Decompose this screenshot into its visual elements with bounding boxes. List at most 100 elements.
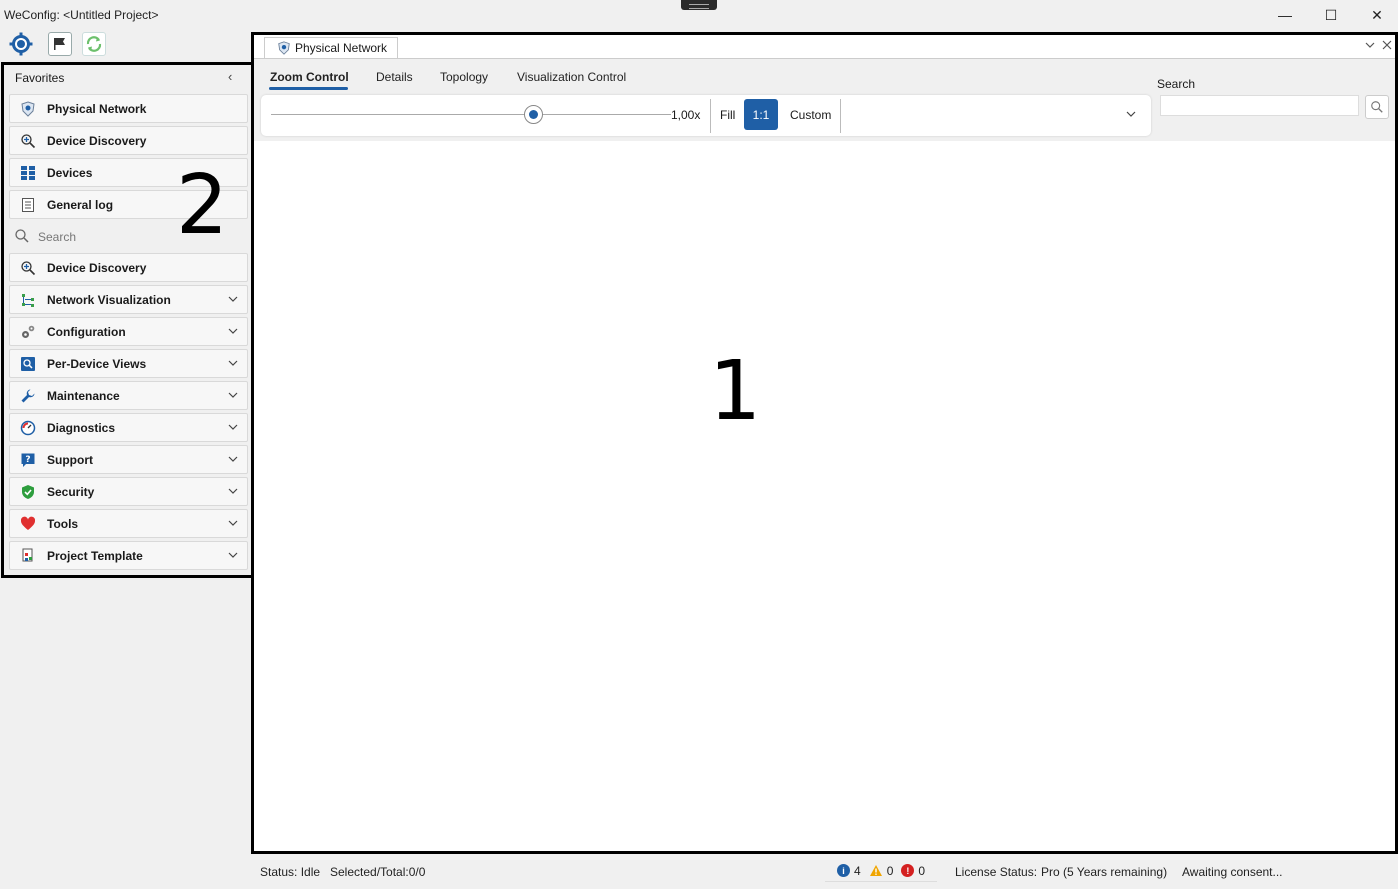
separator bbox=[840, 99, 841, 133]
drag-handle[interactable] bbox=[681, 0, 717, 10]
chevron-down-icon[interactable] bbox=[227, 485, 239, 497]
sidebar-item-device-discovery[interactable]: Device Discovery bbox=[9, 253, 248, 282]
search-icon bbox=[1371, 101, 1383, 113]
window-title: WeConfig: <Untitled Project> bbox=[4, 8, 159, 22]
physical-network-icon bbox=[278, 41, 290, 55]
sidebar-item-label: Configuration bbox=[47, 324, 126, 339]
selected-total-text: Selected/Total:0/0 bbox=[330, 865, 426, 879]
gears-icon bbox=[19, 323, 37, 341]
close-button[interactable]: ✕ bbox=[1354, 0, 1398, 30]
document-tab-physical-network[interactable]: Physical Network bbox=[264, 37, 398, 58]
zoom-control-group: 1,00x Fill 1:1 Custom bbox=[261, 95, 1151, 136]
sidebar-item-maintenance[interactable]: Maintenance bbox=[9, 381, 248, 410]
search-label: Search bbox=[1157, 77, 1196, 91]
error-count: 0 bbox=[918, 863, 926, 878]
search-button[interactable] bbox=[1365, 95, 1389, 119]
chevron-down-icon[interactable] bbox=[227, 325, 239, 337]
license-status-value: Pro (5 Years remaining) bbox=[1041, 865, 1168, 879]
main-panel: Physical Network Zoom Control Details To… bbox=[251, 32, 1398, 854]
network-canvas[interactable]: 1 bbox=[254, 141, 1395, 851]
tab-visualization-control[interactable]: Visualization Control bbox=[517, 70, 626, 84]
shield-icon bbox=[19, 483, 37, 501]
sidebar-item-label: Network Visualization bbox=[47, 292, 171, 307]
title-bar: WeConfig: <Untitled Project> — ☐ ✕ bbox=[0, 0, 1398, 30]
zoom-fill-button[interactable]: Fill bbox=[720, 108, 735, 122]
warning-count: 0 bbox=[886, 863, 894, 878]
annotation-marker-2: 2 bbox=[176, 158, 229, 253]
general-log-icon bbox=[19, 196, 37, 214]
info-count: 4 bbox=[854, 863, 861, 878]
wrench-icon bbox=[19, 387, 37, 405]
devices-icon bbox=[19, 164, 37, 182]
flag-icon[interactable] bbox=[48, 32, 72, 56]
document-tab-label: Physical Network bbox=[295, 41, 388, 55]
template-icon bbox=[19, 547, 37, 565]
status-text: Status: Idle bbox=[260, 865, 321, 879]
sidebar-item-diagnostics[interactable]: Diagnostics bbox=[9, 413, 248, 442]
sidebar-item-per-device-views[interactable]: Per-Device Views bbox=[9, 349, 248, 378]
sidebar-item-label: Diagnostics bbox=[47, 420, 116, 435]
consent-status: Awaiting consent... bbox=[1182, 865, 1283, 879]
annotation-marker-1: 1 bbox=[709, 344, 762, 439]
chevron-down-icon[interactable] bbox=[227, 389, 239, 401]
chevron-down-icon[interactable] bbox=[227, 293, 239, 305]
panel-dropdown-icon[interactable] bbox=[1364, 39, 1376, 51]
zoom-1-1-button[interactable]: 1:1 bbox=[744, 99, 778, 130]
zoom-slider-thumb[interactable] bbox=[524, 105, 543, 124]
sidebar-item-security[interactable]: Security bbox=[9, 477, 248, 506]
collapse-sidebar-button[interactable]: ‹ bbox=[228, 69, 232, 84]
chevron-down-icon[interactable] bbox=[1125, 108, 1137, 120]
help-icon: ? bbox=[19, 451, 37, 469]
favorite-device-discovery[interactable]: Device Discovery bbox=[9, 126, 248, 155]
search-icon bbox=[14, 228, 30, 247]
device-discovery-icon bbox=[19, 259, 37, 277]
refresh-icon[interactable] bbox=[82, 32, 106, 56]
sidebar-item-label: Per-Device Views bbox=[47, 356, 147, 371]
app-window: WeConfig: <Untitled Project> — ☐ ✕ Favor… bbox=[0, 0, 1398, 889]
sidebar-item-label: Maintenance bbox=[47, 388, 120, 403]
minimize-button[interactable]: — bbox=[1262, 0, 1308, 30]
favorite-label: Physical Network bbox=[47, 101, 147, 116]
tab-topology[interactable]: Topology bbox=[440, 70, 488, 84]
physical-network-icon bbox=[19, 100, 37, 118]
message-counts[interactable]: i 4 0 ! 0 bbox=[825, 860, 937, 882]
panel-close-icon[interactable] bbox=[1381, 39, 1393, 51]
sidebar-item-network-visualization[interactable]: Network Visualization bbox=[9, 285, 248, 314]
zoom-custom-button[interactable]: Custom bbox=[790, 108, 831, 122]
tab-details[interactable]: Details bbox=[376, 70, 413, 84]
gauge-icon bbox=[19, 419, 37, 437]
heart-icon bbox=[19, 515, 37, 533]
maximize-button[interactable]: ☐ bbox=[1308, 0, 1354, 30]
settings-gear-icon[interactable] bbox=[9, 32, 33, 56]
sidebar-item-label: Security bbox=[47, 484, 95, 499]
chevron-down-icon[interactable] bbox=[227, 357, 239, 369]
chevron-down-icon[interactable] bbox=[227, 421, 239, 433]
chevron-down-icon[interactable] bbox=[227, 517, 239, 529]
network-visualization-icon bbox=[19, 291, 37, 309]
device-discovery-icon bbox=[19, 132, 37, 150]
favorite-label: Devices bbox=[47, 165, 93, 180]
zoom-level-value: 1,00x bbox=[671, 108, 701, 122]
favorite-label: General log bbox=[47, 197, 114, 212]
chevron-down-icon[interactable] bbox=[227, 549, 239, 561]
sidebar-item-label: Support bbox=[47, 452, 93, 467]
favorites-header: Favorites bbox=[15, 71, 65, 85]
sidebar-item-tools[interactable]: Tools bbox=[9, 509, 248, 538]
sidebar-item-configuration[interactable]: Configuration bbox=[9, 317, 248, 346]
chevron-down-icon[interactable] bbox=[227, 453, 239, 465]
favorite-label: Device Discovery bbox=[47, 133, 147, 148]
tab-zoom-control[interactable]: Zoom Control bbox=[270, 70, 349, 84]
sidebar-search-placeholder: Search bbox=[38, 230, 77, 244]
license-status-label: License Status: bbox=[955, 865, 1038, 879]
info-icon: i bbox=[837, 864, 850, 877]
per-device-views-icon bbox=[19, 355, 37, 373]
zoom-slider-track[interactable] bbox=[271, 114, 671, 115]
sidebar-item-project-template[interactable]: Project Template bbox=[9, 541, 248, 570]
active-tab-indicator bbox=[269, 87, 348, 90]
search-input[interactable] bbox=[1160, 95, 1359, 116]
error-icon: ! bbox=[901, 864, 915, 877]
sidebar-item-label: Tools bbox=[47, 516, 79, 531]
sidebar-item-support[interactable]: ? Support bbox=[9, 445, 248, 474]
sidebar-item-label: Project Template bbox=[47, 548, 143, 563]
favorite-physical-network[interactable]: Physical Network bbox=[9, 94, 248, 123]
